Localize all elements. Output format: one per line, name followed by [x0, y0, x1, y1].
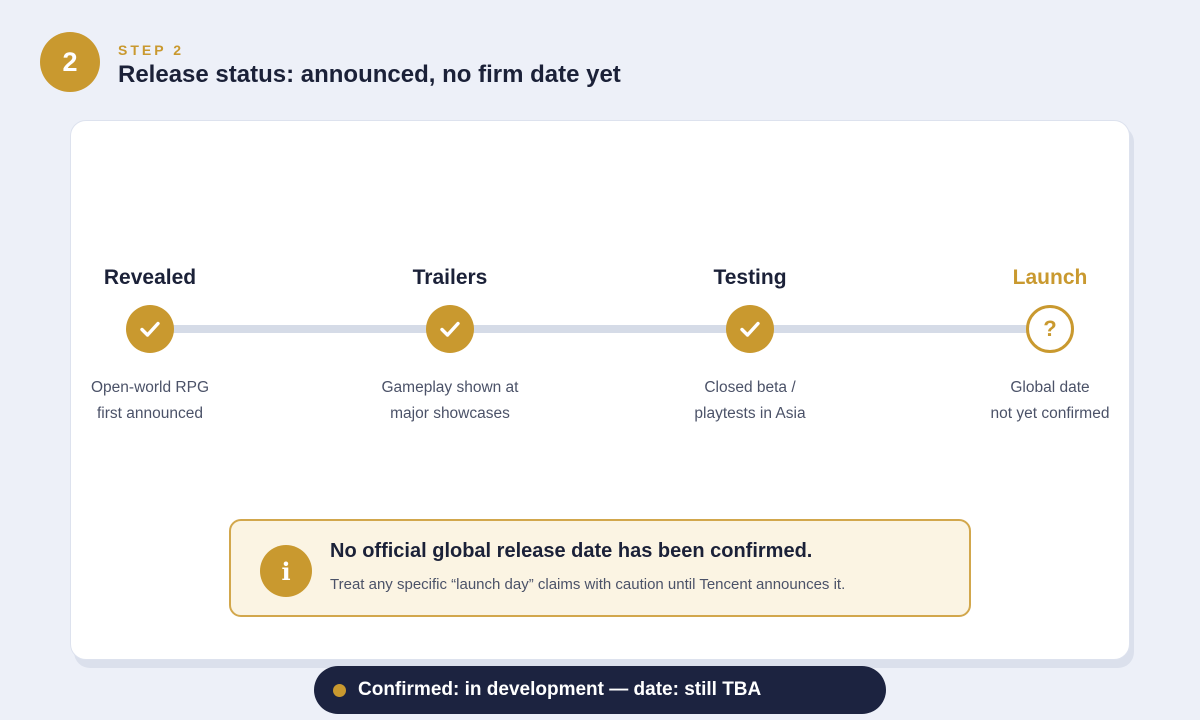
milestone-desc-line: Global date — [1010, 379, 1090, 396]
milestone-node-pending: ? — [1026, 305, 1074, 353]
milestone-title: Revealed — [103, 266, 197, 289]
release-status-screen: 2 STEP 2 Release status: announced, no f… — [0, 0, 1200, 720]
milestone-desc-line: not yet confirmed — [990, 405, 1110, 422]
step-label: STEP 2 — [118, 42, 184, 58]
info-icon: i — [260, 545, 312, 597]
timeline-track — [150, 325, 1050, 333]
step-number-badge: 2 — [40, 32, 100, 92]
milestone-description: Gameplay shown at major showcases — [382, 375, 519, 427]
check-icon — [740, 321, 760, 337]
milestone-title: Trailers — [412, 266, 488, 289]
milestone-desc-line: Open-world RPG — [90, 379, 209, 396]
status-badge: Confirmed: in development — date: still … — [314, 666, 886, 714]
milestone-desc-line: Closed beta / — [704, 379, 796, 396]
milestone-launch: Launch ? Global date not yet confirmed — [930, 262, 1170, 427]
milestone-title: Launch — [1012, 266, 1088, 289]
page-title: Release status: announced, no firm date … — [118, 61, 621, 88]
milestone-node-done — [426, 305, 474, 353]
milestone-description: Open-world RPG first announced — [91, 375, 209, 427]
milestone-description: Closed beta / playtests in Asia — [694, 375, 805, 427]
notice-body: Treat any specific “launch day” claims w… — [330, 576, 846, 593]
milestone-node-done — [726, 305, 774, 353]
milestone-revealed: Revealed Open-world RPG first announced — [30, 262, 270, 427]
question-icon: ? — [1043, 316, 1057, 341]
milestone-desc-line: major showcases — [390, 405, 510, 422]
status-text: Confirmed: in development — date: still … — [358, 679, 762, 700]
status-dot-icon — [333, 683, 346, 697]
info-icon-glyph: i — [281, 556, 291, 586]
milestone-trailers: Trailers Gameplay shown at major showcas… — [330, 262, 570, 427]
milestone-testing: Testing Closed beta / playtests in Asia — [630, 262, 870, 427]
notice-title: No official global release date has been… — [330, 540, 813, 562]
milestone-title: Testing — [713, 266, 787, 289]
step-number: 2 — [62, 46, 78, 77]
check-icon — [440, 321, 460, 337]
milestone-desc-line: first announced — [96, 405, 203, 422]
milestone-desc-line: playtests in Asia — [694, 405, 806, 422]
milestone-node-done — [126, 305, 174, 353]
milestone-desc-line: Gameplay shown at — [381, 379, 519, 396]
release-date-notice: i No official global release date has be… — [229, 519, 971, 617]
check-icon — [140, 321, 160, 337]
milestone-description: Global date not yet confirmed — [991, 375, 1110, 427]
